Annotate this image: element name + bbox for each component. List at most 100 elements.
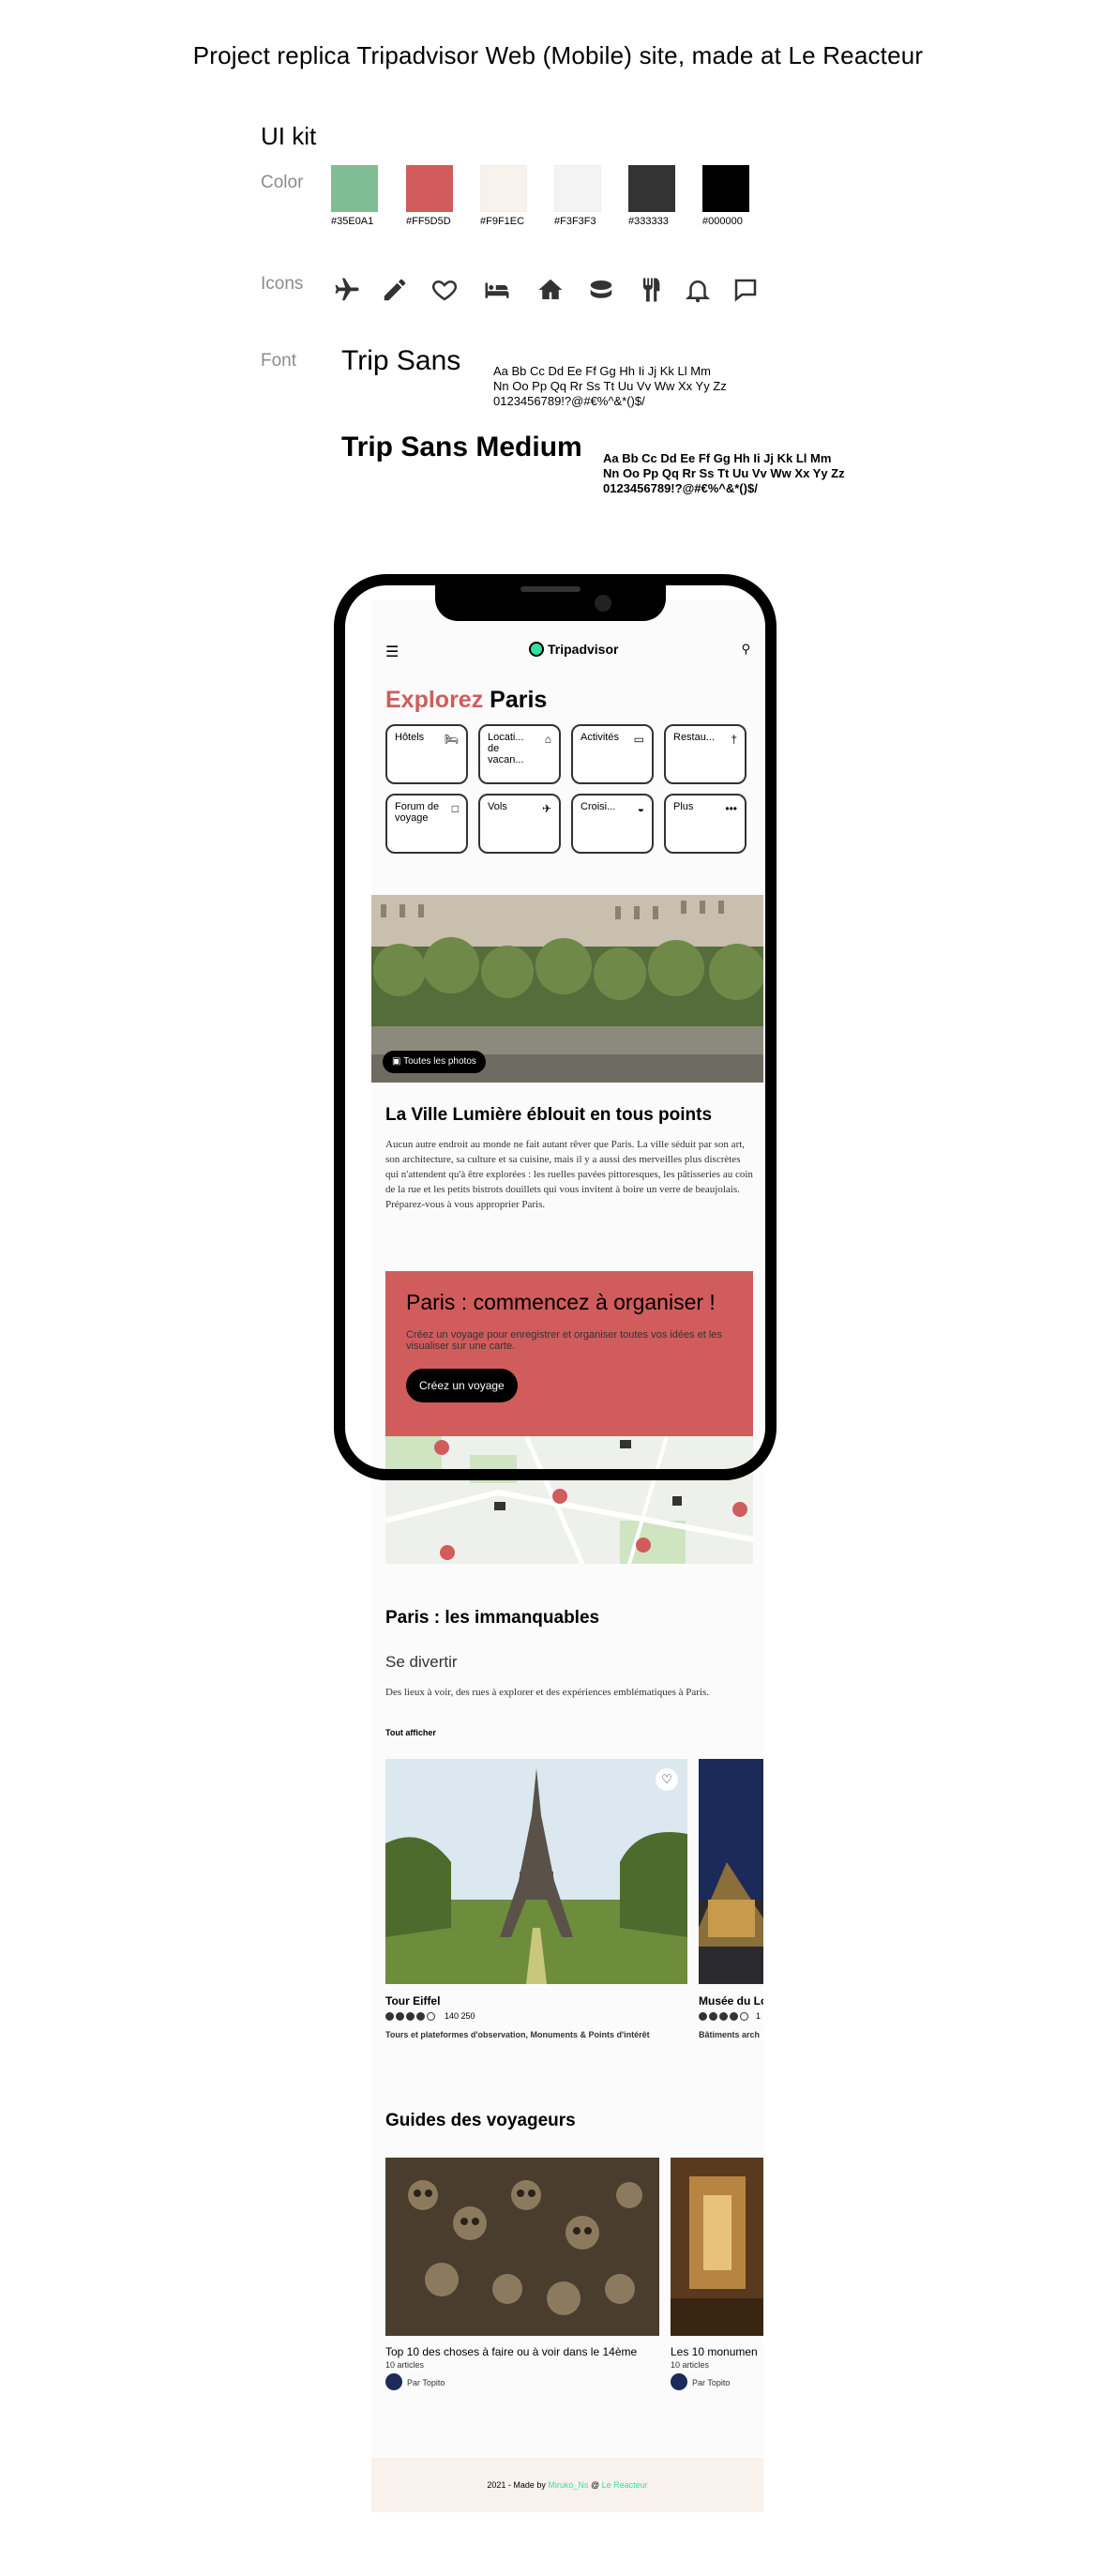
cruise-icon — [585, 274, 617, 306]
hero-photo: ▣ Toutes les photos — [371, 895, 763, 1083]
icons-row-label: Icons — [261, 274, 304, 294]
attraction-rating: 1 — [699, 2011, 763, 2021]
intro-title: La Ville Lumière éblouit en tous points — [385, 1105, 713, 1125]
save-heart-icon[interactable]: ♡ — [656, 1768, 678, 1791]
color-swatch — [406, 165, 453, 212]
rating-bubble — [427, 2011, 435, 2021]
tripadvisor-logo[interactable]: Tripadvisor — [529, 642, 618, 657]
mobile-mockup: ☰ Tripadvisor ⚲ Explorez Paris Hôtels 🛏 Lo… — [371, 600, 763, 2512]
review-count: 1 — [756, 2011, 762, 2021]
color-swatch — [480, 165, 527, 212]
ticket-icon: ▭ — [633, 733, 644, 746]
category-label: Plus — [673, 801, 694, 812]
bed-icon: 🛏 — [444, 733, 459, 746]
category-button[interactable]: Hôtels 🛏 — [385, 724, 468, 784]
home-icon — [535, 274, 566, 306]
uikit-title: UI kit — [261, 122, 317, 150]
explore-prefix: Explorez — [385, 687, 484, 713]
promo-text: Créez un voyage pour enregistrer et orga… — [406, 1329, 722, 1352]
attraction-name[interactable]: Musée du Lo — [699, 1994, 763, 2008]
rating-bubble — [385, 2011, 394, 2021]
fun-title: Se divertir — [385, 1653, 458, 1671]
rating-bubble — [730, 2011, 738, 2021]
map[interactable] — [385, 1436, 753, 1564]
rating-bubble — [740, 2011, 748, 2021]
eiffel-tower-photo[interactable]: ♡ — [385, 1759, 687, 1984]
fun-text: Des lieux à voir, des rues à explorer et… — [385, 1687, 710, 1698]
font-medium-name: Trip Sans Medium — [341, 432, 582, 462]
attraction-name[interactable]: Tour Eiffel — [385, 1994, 440, 2008]
color-row-label: Color — [261, 173, 304, 192]
plane-icon — [331, 274, 363, 306]
rating-bubble — [416, 2011, 425, 2021]
heart-icon — [429, 274, 460, 306]
author-avatar — [671, 2373, 687, 2390]
category-button[interactable]: Vols ✈ — [478, 794, 561, 854]
footer-at: @ — [590, 2480, 600, 2490]
bell-icon — [682, 274, 714, 306]
footer-author-link[interactable]: Miruko_Ns — [548, 2480, 588, 2490]
restaurant-icon — [635, 274, 667, 306]
category-button[interactable]: Locati... de vacan... ⌂ — [478, 724, 561, 784]
category-label: Hôtels — [395, 732, 425, 743]
trip-promo-card: Paris : commencez à organiser ! Créez un… — [385, 1271, 753, 1436]
guide-author[interactable]: Par Topito — [692, 2378, 730, 2387]
must-see-title: Paris : les immanquables — [385, 1608, 600, 1628]
rating-bubble — [699, 2011, 707, 2021]
color-swatch — [702, 165, 749, 212]
search-icon[interactable]: ⚲ — [741, 642, 750, 657]
attraction-tags: Tours et plateformes d'observation, Monu… — [385, 2030, 650, 2039]
font-row-label: Font — [261, 351, 297, 371]
color-hex-label: #F3F3F3 — [554, 216, 596, 227]
restaurant-icon: † — [731, 733, 737, 746]
rating-bubble — [719, 2011, 728, 2021]
see-all-link[interactable]: Tout afficher — [385, 1728, 436, 1737]
owl-icon — [529, 642, 544, 657]
category-label: Vols — [488, 801, 507, 812]
footer: 2021 - Made by Miruko_Ns @ Le Reacteur — [371, 2458, 763, 2512]
guide-count: 10 articles — [671, 2360, 710, 2370]
explore-city: Paris — [490, 687, 548, 713]
color-hex-label: #000000 — [702, 216, 743, 227]
all-photos-label: Toutes les photos — [403, 1056, 476, 1067]
plane-icon: ✈ — [541, 802, 551, 815]
category-label: Activités — [581, 732, 619, 743]
color-hex-label: #FF5D5D — [406, 216, 451, 227]
guide-title[interactable]: Les 10 monumen — [671, 2345, 763, 2358]
catacombs-photo[interactable] — [385, 2158, 659, 2336]
rating-bubble — [709, 2011, 717, 2021]
guide-author[interactable]: Par Topito — [407, 2378, 445, 2387]
map-canvas — [385, 1436, 753, 1564]
category-button[interactable]: Croisi... ◒ — [571, 794, 654, 854]
bed-icon — [481, 274, 513, 306]
louvre-photo[interactable] — [699, 1759, 763, 1984]
category-label: Croisi... — [581, 801, 616, 812]
phone-speaker — [520, 586, 581, 592]
category-button[interactable]: Forum de voyage □ — [385, 794, 468, 854]
create-trip-button[interactable]: Créez un voyage — [406, 1369, 518, 1402]
explore-heading: Explorez Paris — [385, 687, 547, 714]
font-medium-sample: Aa Bb Cc Dd Ee Ff Gg Hh Ii Jj Kk Ll Mm N… — [603, 451, 845, 495]
font-regular-sample: Aa Bb Cc Dd Ee Ff Gg Hh Ii Jj Kk Ll Mm N… — [493, 364, 727, 408]
guide-count: 10 articles — [385, 2360, 425, 2370]
color-swatch — [628, 165, 675, 212]
category-label: Forum de voyage — [395, 801, 440, 824]
review-count: 140 250 — [445, 2011, 475, 2021]
pencil-icon — [379, 274, 411, 306]
rating-bubble — [406, 2011, 415, 2021]
footer-school-link[interactable]: Le Reacteur — [602, 2480, 648, 2490]
guides-title: Guides des voyageurs — [385, 2111, 576, 2130]
category-button[interactable]: Restau... † — [664, 724, 747, 784]
category-button[interactable]: Plus ••• — [664, 794, 747, 854]
phone-camera — [595, 595, 611, 612]
page-title: Project replica Tripadvisor Web (Mobile)… — [192, 41, 924, 69]
all-photos-button[interactable]: ▣ Toutes les photos — [383, 1051, 486, 1073]
image-icon: ▣ — [392, 1056, 401, 1067]
phone-notch — [435, 578, 666, 621]
monument-interior-photo[interactable] — [671, 2158, 763, 2336]
rating-bubble — [396, 2011, 404, 2021]
category-button[interactable]: Activités ▭ — [571, 724, 654, 784]
attraction-tags: Bâtiments arch — [699, 2030, 761, 2039]
menu-icon[interactable]: ☰ — [385, 643, 399, 661]
guide-title[interactable]: Top 10 des choses à faire ou à voir dans… — [385, 2345, 659, 2358]
